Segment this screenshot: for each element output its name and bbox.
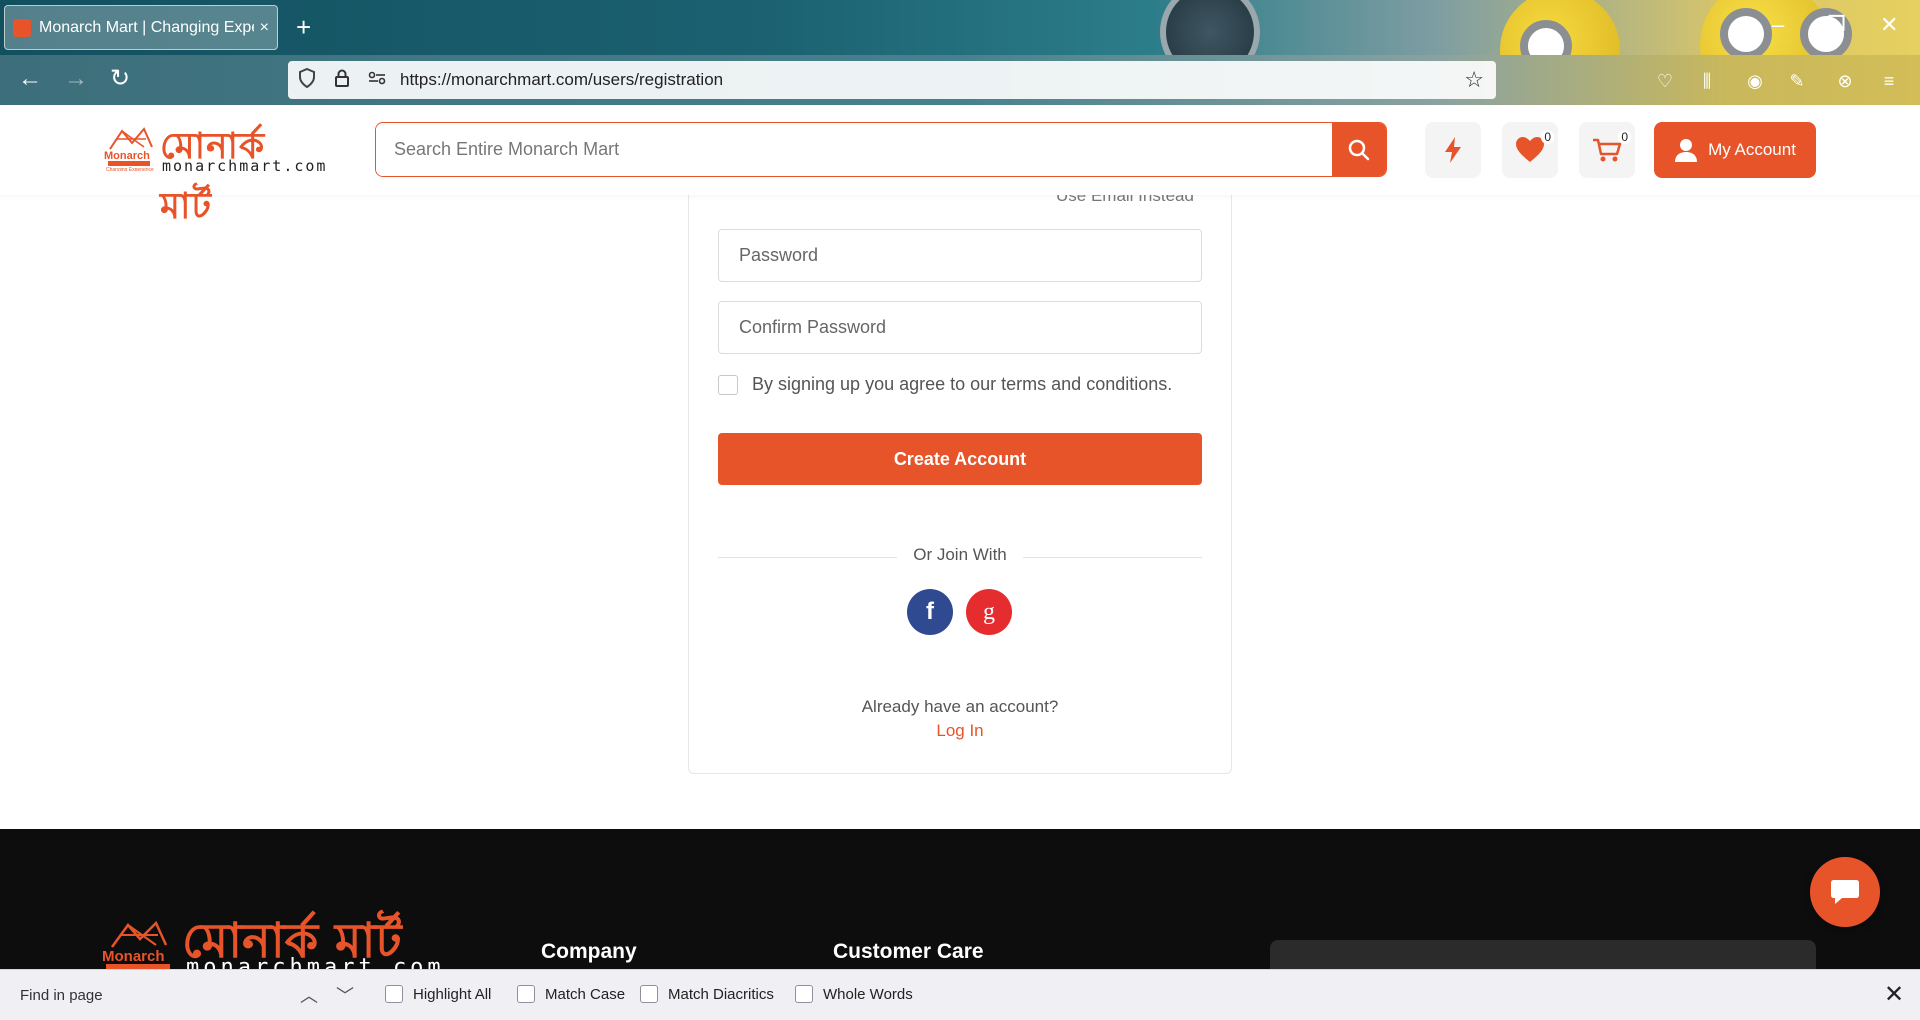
pocket-icon[interactable]: ♡ xyxy=(1652,68,1678,94)
google-login-button[interactable]: g xyxy=(966,589,1012,635)
search-input[interactable] xyxy=(376,123,1332,176)
extension-icon[interactable]: ✎ xyxy=(1784,68,1810,94)
tab-title: Monarch Mart | Changing Experience xyxy=(39,18,254,36)
google-icon: g xyxy=(983,598,995,625)
my-account-label: My Account xyxy=(1708,140,1796,159)
user-icon xyxy=(1675,139,1698,162)
site-favicon-icon xyxy=(13,18,31,37)
chat-bubble-icon xyxy=(1831,880,1859,904)
flash-deals-button[interactable] xyxy=(1425,122,1481,178)
lock-icon[interactable] xyxy=(334,69,354,92)
back-icon[interactable]: ← xyxy=(14,63,46,95)
theme-decoration xyxy=(1720,8,1772,55)
heart-icon xyxy=(1516,137,1544,162)
match-diacritics-checkbox[interactable] xyxy=(640,985,658,1003)
find-next-icon[interactable]: ﹀ xyxy=(336,982,354,1008)
theme-decoration xyxy=(1160,0,1260,55)
minimize-icon[interactable]: – xyxy=(1772,12,1784,38)
or-join-with: Or Join With xyxy=(0,545,1920,565)
addon-icon[interactable]: ⊗ xyxy=(1832,68,1858,94)
site-logo[interactable]: Monarch Changing Experience মোনার্ক মার্… xyxy=(102,123,325,227)
terms-row: By signing up you agree to our terms and… xyxy=(718,374,1172,395)
whole-words-option[interactable]: Whole Words xyxy=(795,985,913,1003)
match-case-checkbox[interactable] xyxy=(517,985,535,1003)
wishlist-count: 0 xyxy=(1541,130,1554,144)
cart-icon xyxy=(1593,138,1622,162)
bookmark-star-icon[interactable]: ☆ xyxy=(1464,67,1484,93)
permissions-icon[interactable] xyxy=(368,71,388,90)
match-diacritics-label: Match Diacritics xyxy=(668,985,774,1003)
terms-label[interactable]: By signing up you agree to our terms and… xyxy=(752,374,1172,395)
tab-close-icon[interactable]: × xyxy=(260,19,269,37)
find-bar: ︿ ﹀ Highlight All Match Case Match Diacr… xyxy=(0,969,1920,1020)
password-field[interactable] xyxy=(718,229,1202,282)
logo-mark-icon: Monarch Changing Experience xyxy=(104,127,154,171)
site-search xyxy=(375,122,1387,177)
browser-tab[interactable]: Monarch Mart | Changing Experience × xyxy=(4,5,278,50)
cart-count: 0 xyxy=(1618,130,1631,144)
svg-text:Changing Experience: Changing Experience xyxy=(106,167,154,171)
create-account-button[interactable]: Create Account xyxy=(718,433,1202,485)
site-footer: Monarch মোনার্ক মার্ট monarchmart.com Co… xyxy=(0,829,1920,969)
browser-nav-bar: ← → ↻ https://monarchmart.com/users/regi… xyxy=(0,55,1920,105)
footer-logo[interactable]: Monarch মোনার্ক মার্ট monarchmart.com xyxy=(102,909,441,969)
svg-text:Monarch: Monarch xyxy=(104,150,150,162)
search-button[interactable] xyxy=(1332,123,1386,176)
forward-icon[interactable]: → xyxy=(60,63,92,95)
highlight-all-option[interactable]: Highlight All xyxy=(385,985,491,1003)
match-case-label: Match Case xyxy=(545,985,626,1003)
chat-button[interactable] xyxy=(1810,857,1880,927)
lightning-icon xyxy=(1445,137,1461,163)
reload-icon[interactable]: ↻ xyxy=(104,63,136,95)
footer-logo-domain-text: monarchmart.com xyxy=(186,955,445,969)
search-icon xyxy=(1348,139,1370,160)
tracking-shield-icon[interactable] xyxy=(298,67,318,93)
my-account-button[interactable]: My Account xyxy=(1654,122,1816,178)
highlight-all-label: Highlight All xyxy=(413,985,492,1003)
url-text[interactable]: https://monarchmart.com/users/registrati… xyxy=(400,70,723,90)
account-avatar-icon[interactable]: ◉ xyxy=(1742,68,1768,94)
cart-button[interactable]: 0 xyxy=(1579,122,1635,178)
terms-checkbox[interactable] xyxy=(718,374,738,395)
or-join-with-label: Or Join With xyxy=(897,545,1023,564)
facebook-icon: f xyxy=(926,598,934,625)
footer-logo-mark-icon: Monarch xyxy=(102,920,170,969)
site-header: Monarch Changing Experience মোনার্ক মার্… xyxy=(0,105,1920,227)
logo-domain-text: monarchmart.com xyxy=(162,157,328,175)
menu-icon[interactable]: ≡ xyxy=(1876,68,1902,94)
customer-care-heading: Customer Care xyxy=(833,940,984,963)
wishlist-button[interactable]: 0 xyxy=(1502,122,1558,178)
highlight-all-checkbox[interactable] xyxy=(385,985,403,1003)
company-heading: Company xyxy=(541,940,637,963)
window-close-icon[interactable]: ✕ xyxy=(1880,12,1898,38)
whole-words-checkbox[interactable] xyxy=(795,985,813,1003)
find-input[interactable] xyxy=(10,978,280,1012)
match-case-option[interactable]: Match Case xyxy=(517,985,625,1003)
match-diacritics-option[interactable]: Match Diacritics xyxy=(640,985,774,1003)
whole-words-label: Whole Words xyxy=(823,985,913,1003)
already-have-account-text: Already have an account? xyxy=(861,697,1059,716)
login-link[interactable]: Log In xyxy=(936,721,983,740)
logo-bengali-text: মোনার্ক মার্ট xyxy=(160,126,266,227)
browser-tab-bar: Monarch Mart | Changing Experience × + –… xyxy=(0,0,1920,55)
footer-newsletter-box xyxy=(1270,940,1816,969)
find-bar-close-icon[interactable]: ✕ xyxy=(1884,980,1904,1009)
find-previous-icon[interactable]: ︿ xyxy=(300,982,318,1008)
library-icon[interactable]: ⫼ xyxy=(1694,68,1720,94)
new-tab-button[interactable]: + xyxy=(296,12,311,42)
facebook-login-button[interactable]: f xyxy=(907,589,953,635)
confirm-password-field[interactable] xyxy=(718,301,1202,354)
svg-text:Monarch: Monarch xyxy=(102,948,165,965)
address-bar[interactable]: https://monarchmart.com/users/registrati… xyxy=(288,61,1496,99)
maximize-icon[interactable]: ❐ xyxy=(1826,12,1846,38)
